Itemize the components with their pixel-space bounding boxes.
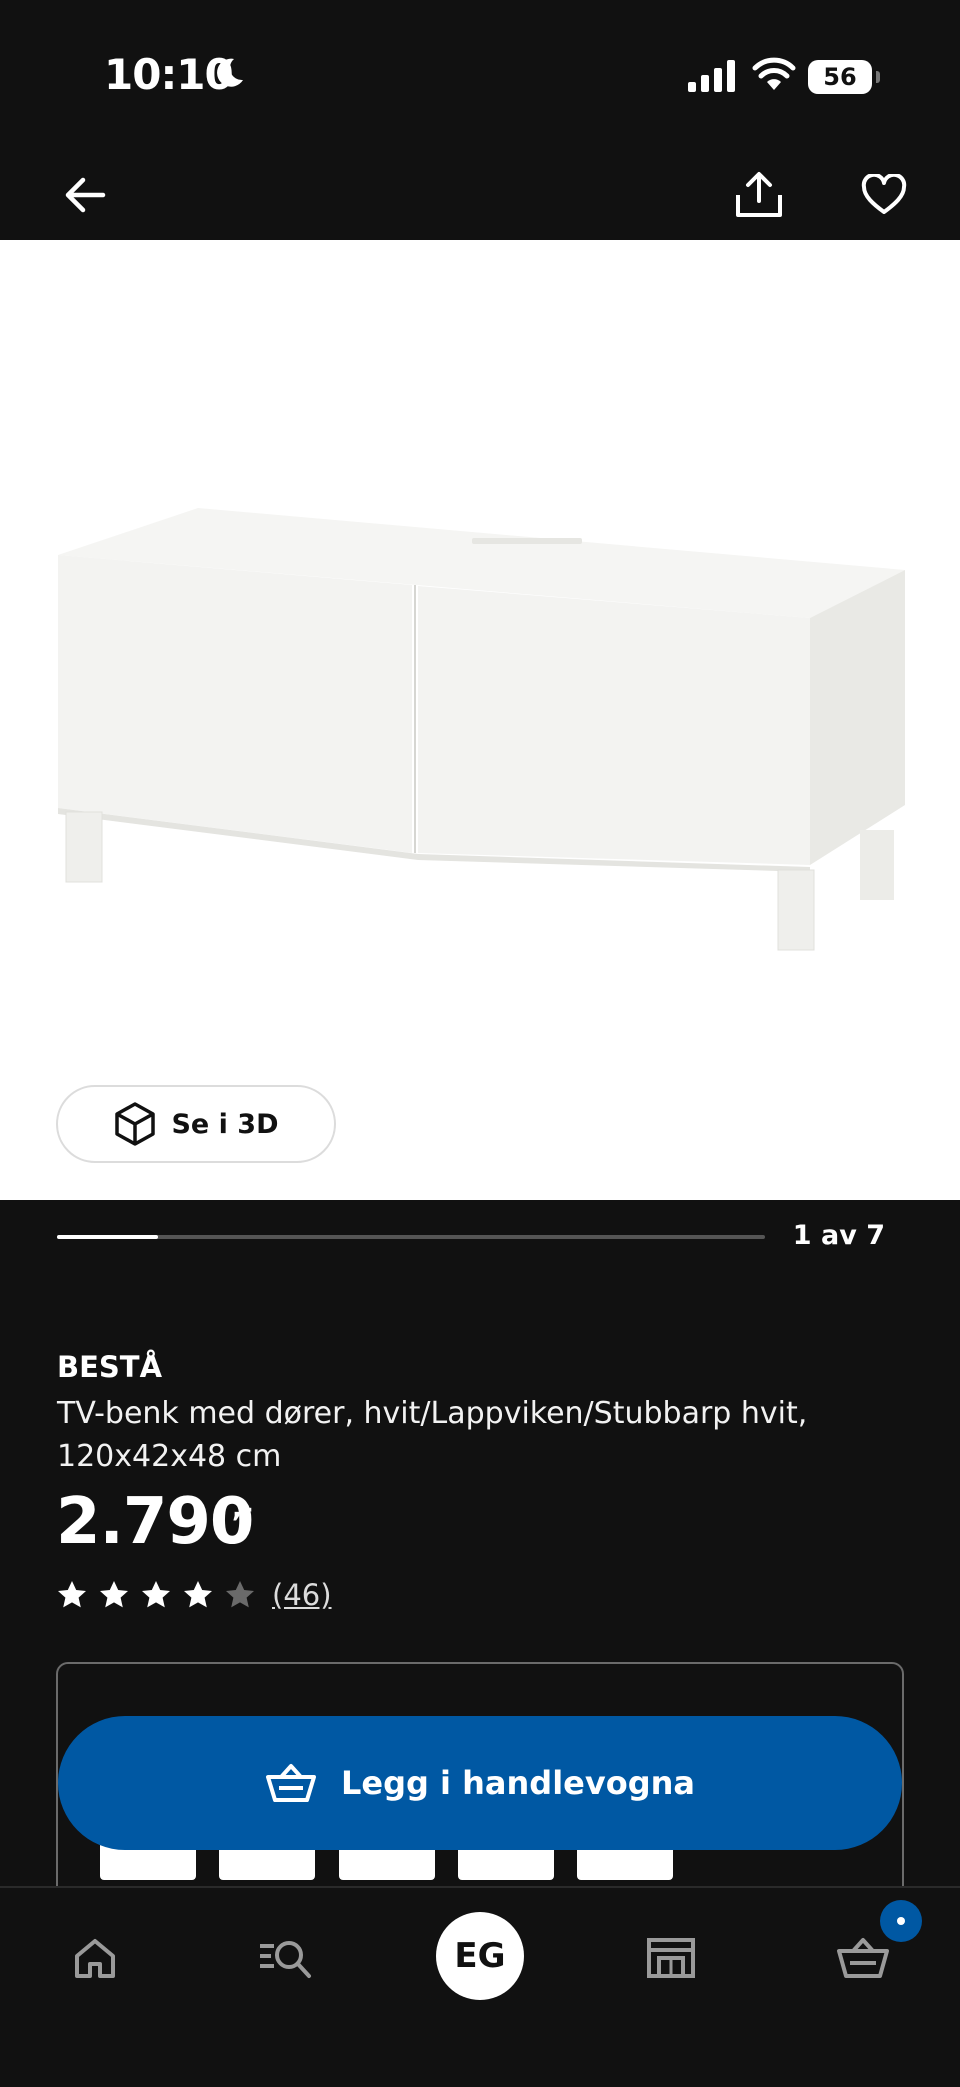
top-nav <box>0 150 960 240</box>
star-filled-icon <box>100 1581 128 1608</box>
heart-icon[interactable] <box>851 162 917 228</box>
rating[interactable]: (46) <box>56 1578 332 1612</box>
product-description: TV-benk med dører, hvit/Lappviken/Stubba… <box>57 1396 808 1474</box>
store-icon[interactable] <box>631 1918 711 1998</box>
share-icon[interactable] <box>726 162 792 228</box>
bottom-nav: EG <box>0 1886 960 2087</box>
search-icon[interactable] <box>245 1918 325 1998</box>
gallery-counter: 1 av 7 <box>792 1220 885 1251</box>
wifi-icon <box>752 56 796 96</box>
view-3d-label: Se i 3D <box>171 1108 279 1140</box>
battery-icon: 56 <box>808 60 880 94</box>
basket-icon <box>265 1764 316 1802</box>
star-filled-icon <box>184 1581 212 1608</box>
add-to-cart-button[interactable]: Legg i handlevogna <box>58 1716 902 1850</box>
cube-icon <box>115 1102 156 1146</box>
moon-icon <box>212 56 246 94</box>
status-bar: 10:10 56 <box>0 0 960 150</box>
star-empty-icon <box>226 1581 254 1608</box>
star-filled-icon <box>142 1581 170 1608</box>
star-rating <box>56 1579 256 1611</box>
star-filled-icon <box>58 1581 86 1608</box>
cart-badge <box>880 1900 922 1942</box>
home-icon[interactable] <box>55 1918 135 1998</box>
product-name: BESTÅ <box>57 1350 163 1384</box>
avatar[interactable]: EG <box>436 1912 524 2000</box>
back-arrow-icon[interactable] <box>52 162 118 228</box>
product-image-gallery[interactable]: Se i 3D <box>0 240 960 1200</box>
price: 2.790 <box>56 1485 254 1559</box>
gallery-progress-fill <box>57 1235 159 1239</box>
add-to-cart-label: Legg i handlevogna <box>340 1764 695 1802</box>
gallery-progress <box>57 1235 765 1239</box>
product-image <box>58 508 905 951</box>
view-3d-button[interactable]: Se i 3D <box>56 1085 336 1163</box>
review-count[interactable]: (46) <box>272 1578 332 1612</box>
signal-icon <box>688 60 736 96</box>
price-suffix: ,- <box>232 1494 253 1524</box>
